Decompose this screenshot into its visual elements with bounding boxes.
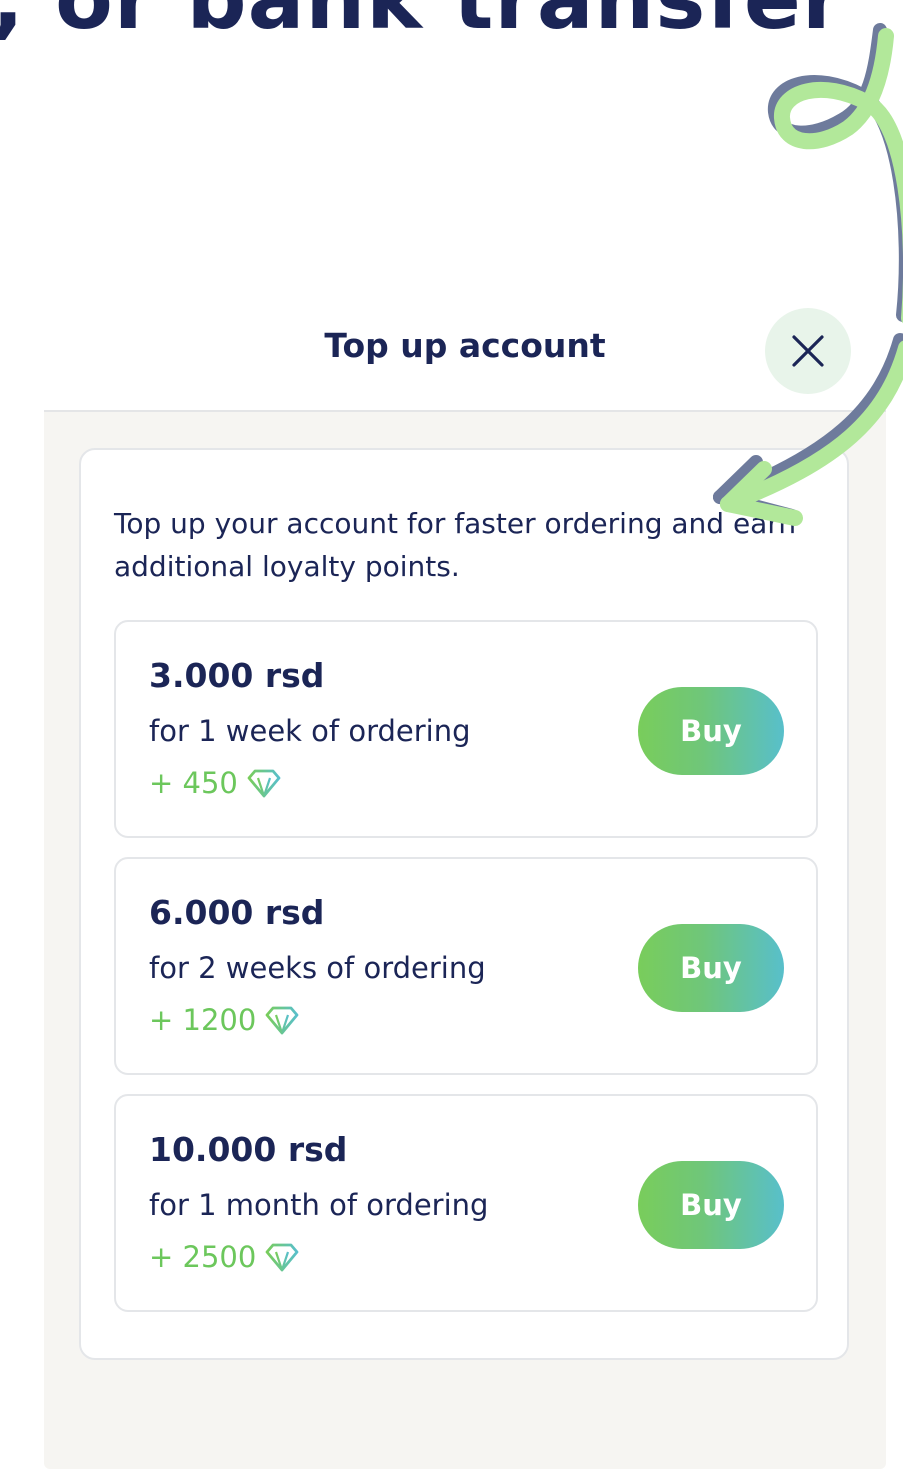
option-points: + 2500: [149, 1240, 300, 1274]
option-description: for 2 weeks of ordering: [149, 951, 486, 985]
buy-button[interactable]: Buy: [638, 1161, 784, 1249]
gem-icon: [265, 1243, 299, 1272]
option-amount: 6.000 rsd: [149, 893, 325, 932]
option-amount: 3.000 rsd: [149, 656, 325, 695]
top-up-option: 10.000 rsd for 1 month of ordering + 250…: [114, 1094, 818, 1312]
sheet-body: Top up your account for faster ordering …: [44, 410, 886, 1469]
page-headline: , or bank transfer: [0, 0, 844, 48]
sheet-title: Top up account: [324, 326, 606, 365]
gem-icon: [265, 1006, 299, 1035]
buy-button[interactable]: Buy: [638, 924, 784, 1012]
option-description: for 1 month of ordering: [149, 1188, 489, 1222]
points-value: + 1200: [149, 1003, 257, 1037]
close-button[interactable]: [765, 308, 851, 394]
top-up-option: 3.000 rsd for 1 week of ordering + 450 B…: [114, 620, 818, 838]
points-value: + 2500: [149, 1240, 257, 1274]
option-points: + 450: [149, 766, 282, 800]
buy-button[interactable]: Buy: [638, 687, 784, 775]
intro-text: Top up your account for faster ordering …: [114, 507, 797, 583]
top-up-card: Top up your account for faster ordering …: [79, 448, 849, 1360]
option-points: + 1200: [149, 1003, 300, 1037]
top-up-option: 6.000 rsd for 2 weeks of ordering + 1200…: [114, 857, 818, 1075]
points-value: + 450: [149, 766, 238, 800]
gem-icon: [247, 769, 281, 798]
option-amount: 10.000 rsd: [149, 1130, 348, 1169]
option-description: for 1 week of ordering: [149, 714, 471, 748]
close-icon: [792, 335, 824, 367]
sheet-header: Top up account: [44, 300, 886, 410]
